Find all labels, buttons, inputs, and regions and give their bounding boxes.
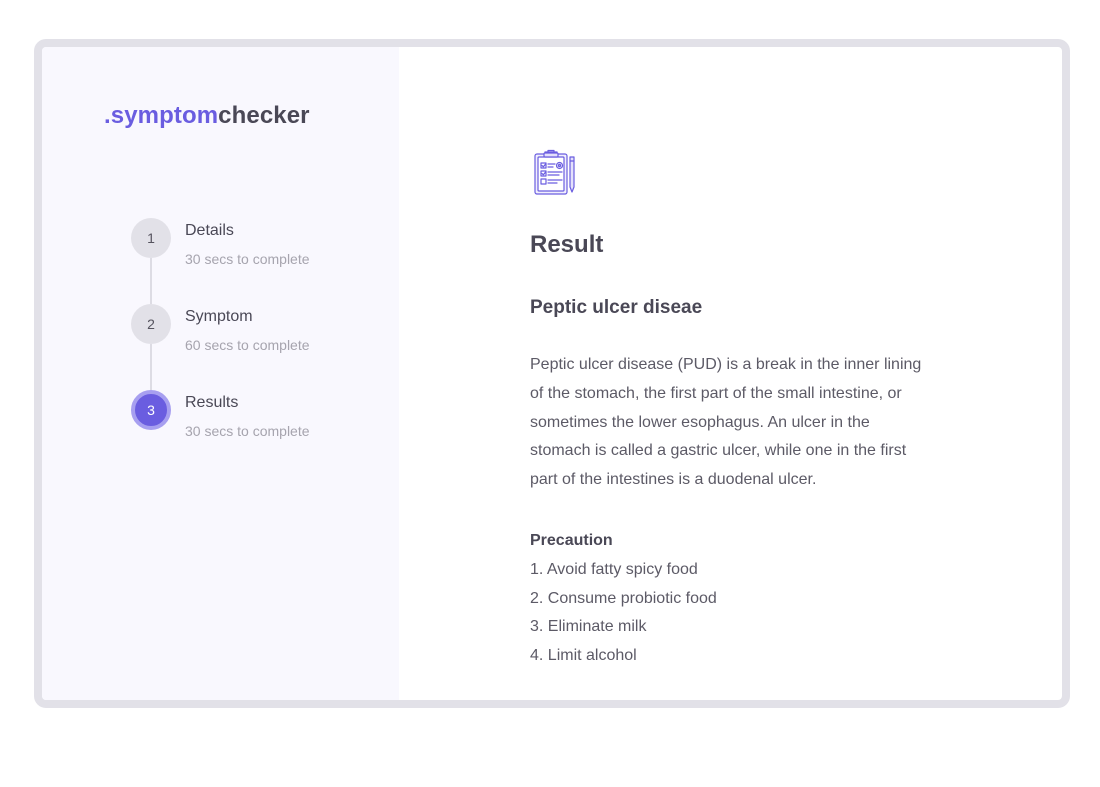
step-connector <box>150 344 152 390</box>
sidebar: .symptomchecker 1 Details 30 secs to com… <box>42 47 399 700</box>
step-title: Details <box>185 222 234 239</box>
step-details[interactable]: 1 Details 30 secs to complete <box>131 218 381 304</box>
logo-dot: . <box>104 102 111 129</box>
disease-description: Peptic ulcer disease (PUD) is a break in… <box>530 356 922 489</box>
step-duration: 30 secs to complete <box>185 423 310 439</box>
step-duration: 30 secs to complete <box>185 251 310 267</box>
precaution-list: 1. Avoid fatty spicy food 2. Consume pro… <box>530 556 717 671</box>
step-symptom[interactable]: 2 Symptom 60 secs to complete <box>131 304 381 390</box>
progress-steps: 1 Details 30 secs to complete 2 Symptom … <box>131 218 381 476</box>
step-number-badge-active: 3 <box>131 390 171 430</box>
logo-rest: checker <box>218 102 310 129</box>
precaution-item: 1. Avoid fatty spicy food <box>530 561 698 578</box>
step-title: Results <box>185 394 239 411</box>
logo-brand: symptom <box>110 102 219 129</box>
disease-name: Peptic ulcer diseae <box>530 297 703 318</box>
precaution-heading: Precaution <box>530 532 613 549</box>
precaution-item: 4. Limit alcohol <box>530 647 637 665</box>
app-logo[interactable]: .symptomchecker <box>104 102 310 130</box>
step-results[interactable]: 3 Results 30 secs to complete <box>131 390 381 476</box>
step-number-badge: 2 <box>131 304 171 344</box>
precaution-item: 3. Eliminate milk <box>530 618 647 636</box>
precaution-item: 2. Consume probiotic food <box>530 589 717 607</box>
step-number-badge: 1 <box>131 218 171 258</box>
clipboard-checklist-icon <box>534 149 575 195</box>
result-heading: Result <box>530 231 604 258</box>
app-card: .symptomchecker 1 Details 30 secs to com… <box>34 39 1070 708</box>
step-duration: 60 secs to complete <box>185 337 310 353</box>
step-connector <box>150 258 152 304</box>
step-title: Symptom <box>185 308 253 325</box>
